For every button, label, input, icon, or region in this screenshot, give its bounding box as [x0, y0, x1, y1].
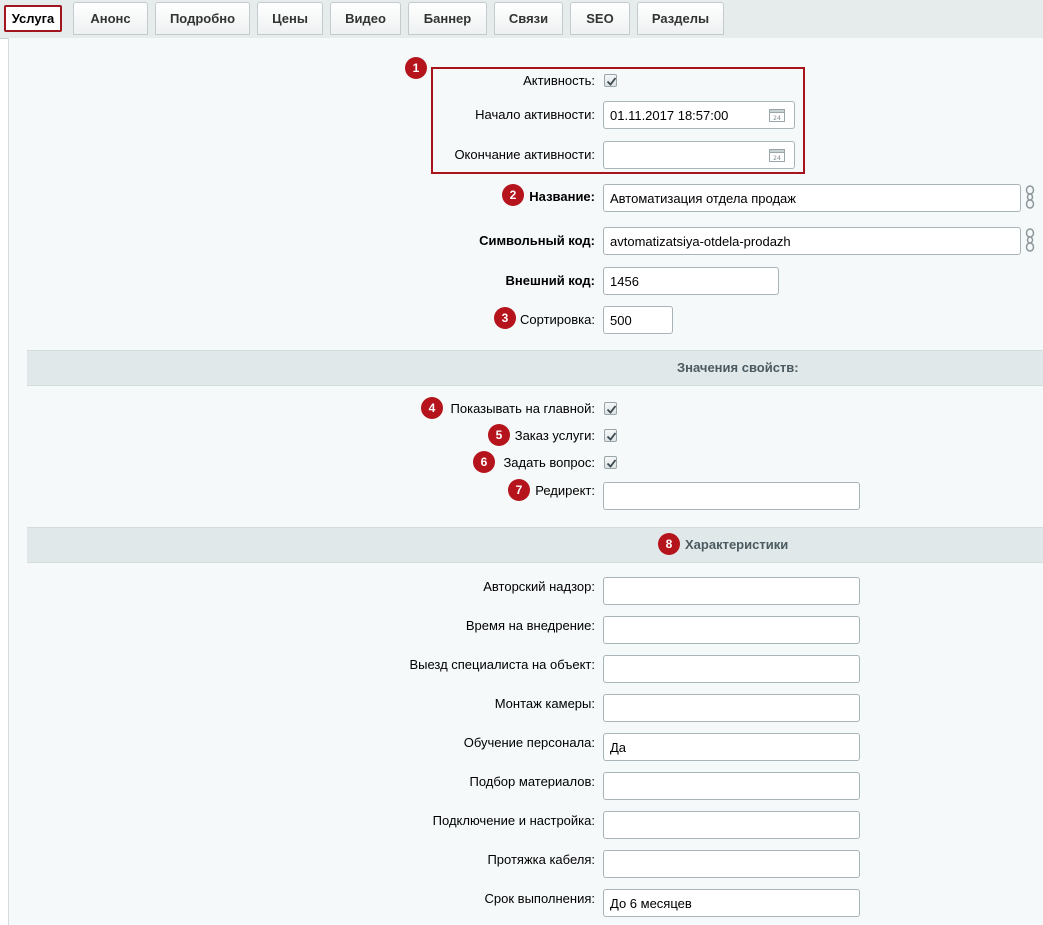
marker-badge-3: 3: [494, 307, 516, 329]
calendar-icon[interactable]: 24: [769, 148, 785, 162]
char-input[interactable]: [603, 694, 860, 722]
characteristics-section-title: Характеристики: [685, 537, 789, 552]
marker-badge-4: 4: [421, 397, 443, 419]
char-label: Выезд специалиста на объект:: [409, 657, 595, 672]
checkmark-icon: [606, 459, 617, 468]
char-label: Время на внедрение:: [465, 618, 595, 633]
char-label: Монтаж камеры:: [494, 696, 595, 711]
char-input[interactable]: [603, 811, 860, 839]
show-main-label: Показывать на главной:: [450, 401, 595, 416]
start-date-label: Начало активности:: [475, 107, 595, 122]
properties-section-title: Значения свойств:: [677, 360, 799, 375]
checkmark-icon: [606, 77, 617, 86]
tab-announce[interactable]: Анонс: [73, 2, 148, 35]
tab-video[interactable]: Видео: [330, 2, 401, 35]
char-label: Срок выполнения:: [484, 891, 595, 906]
tab-bar: Услуга Анонс Подробно Цены Видео Баннер …: [0, 0, 1043, 39]
checkmark-icon: [606, 405, 617, 414]
tab-seo[interactable]: SEO: [570, 2, 630, 35]
code-input[interactable]: [603, 227, 1021, 255]
marker-badge-7: 7: [508, 479, 530, 501]
name-input[interactable]: [603, 184, 1021, 212]
end-date-input[interactable]: [603, 141, 795, 169]
tab-banner[interactable]: Баннер: [408, 2, 487, 35]
order-label: Заказ услуги:: [514, 428, 595, 443]
marker-badge-6: 6: [473, 451, 495, 473]
active-checkbox[interactable]: [604, 74, 617, 87]
ask-label: Задать вопрос:: [503, 455, 595, 470]
external-code-label: Внешний код:: [505, 273, 595, 288]
svg-text:24: 24: [773, 155, 781, 162]
char-input[interactable]: [603, 733, 860, 761]
redirect-label: Редирект:: [535, 483, 595, 498]
marker-badge-1: 1: [405, 57, 427, 79]
char-label: Авторский надзор:: [483, 579, 595, 594]
tab-service[interactable]: Услуга: [4, 5, 62, 32]
char-label: Протяжка кабеля:: [487, 852, 595, 867]
char-input[interactable]: [603, 772, 860, 800]
ask-checkbox[interactable]: [604, 456, 617, 469]
tab-sections[interactable]: Разделы: [637, 2, 724, 35]
name-label: Название:: [529, 189, 595, 204]
tab-prices[interactable]: Цены: [257, 2, 323, 35]
external-code-input[interactable]: [603, 267, 779, 295]
char-input[interactable]: [603, 577, 860, 605]
calendar-icon[interactable]: 24: [769, 108, 785, 122]
marker-badge-8: 8: [658, 533, 680, 555]
end-date-label: Окончание активности:: [454, 147, 595, 162]
svg-text:24: 24: [773, 115, 781, 122]
char-label: Подключение и настройка:: [432, 813, 595, 828]
char-input[interactable]: [603, 850, 860, 878]
char-input[interactable]: [603, 889, 860, 917]
tab-details[interactable]: Подробно: [155, 2, 250, 35]
show-main-checkbox[interactable]: [604, 402, 617, 415]
order-checkbox[interactable]: [604, 429, 617, 442]
start-date-input[interactable]: [603, 101, 795, 129]
sort-input[interactable]: [603, 306, 673, 334]
chain-link-icon[interactable]: [1024, 228, 1036, 252]
char-label: Подбор материалов:: [469, 774, 595, 789]
char-label: Обучение персонала:: [463, 735, 595, 750]
sort-label: Сортировка:: [520, 312, 595, 327]
char-input[interactable]: [603, 616, 860, 644]
marker-badge-2: 2: [502, 184, 524, 206]
active-label: Активность:: [523, 73, 595, 88]
characteristics-section-header: Характеристики: [27, 527, 1043, 563]
chain-link-icon[interactable]: [1024, 185, 1036, 209]
code-label: Символьный код:: [479, 233, 595, 248]
marker-badge-5: 5: [488, 424, 510, 446]
redirect-input[interactable]: [603, 482, 860, 510]
properties-section-header: Значения свойств:: [27, 350, 1043, 386]
tab-links[interactable]: Связи: [494, 2, 563, 35]
char-input[interactable]: [603, 655, 860, 683]
checkmark-icon: [606, 432, 617, 441]
